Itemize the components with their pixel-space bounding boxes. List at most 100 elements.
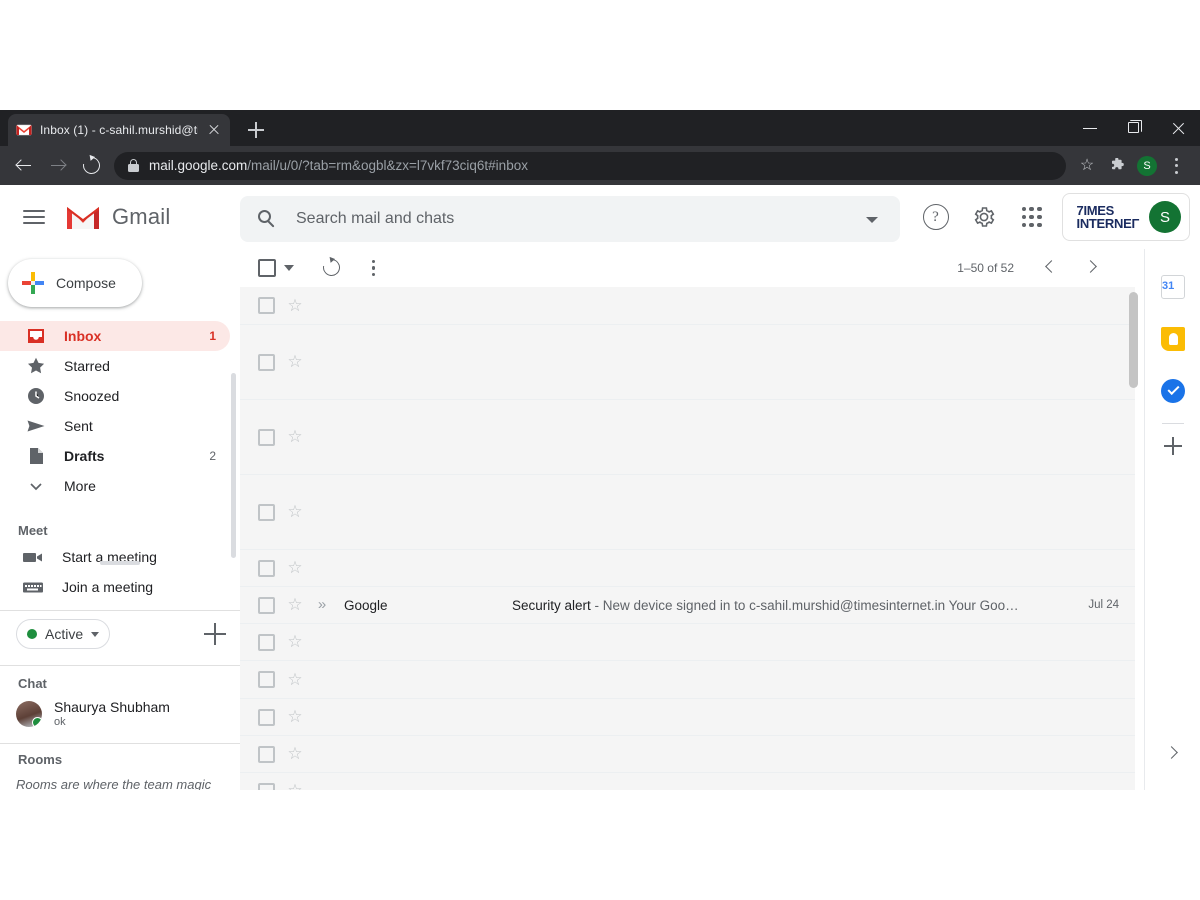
- row-checkbox[interactable]: [258, 504, 275, 521]
- get-addons-button[interactable]: [1145, 424, 1200, 468]
- header-actions: ? 7IMES INTERNEΓ S: [912, 185, 1190, 249]
- table-row[interactable]: ☆: [240, 736, 1135, 773]
- next-page-button[interactable]: [1074, 250, 1110, 286]
- gear-icon: [972, 205, 996, 229]
- row-checkbox[interactable]: [258, 597, 275, 614]
- sidebar-item-start-meeting[interactable]: Start a meeting: [0, 542, 240, 572]
- send-icon: [26, 416, 46, 436]
- row-checkbox[interactable]: [258, 746, 275, 763]
- google-tasks-button[interactable]: [1145, 365, 1200, 415]
- browser-profile-button[interactable]: S: [1132, 151, 1162, 181]
- sidebar-scrollbar[interactable]: [231, 373, 236, 558]
- google-calendar-button[interactable]: 31: [1145, 261, 1200, 311]
- account-avatar[interactable]: S: [1149, 201, 1181, 233]
- window-close-icon[interactable]: [1156, 110, 1200, 146]
- sidebar-item-snoozed[interactable]: Snoozed: [0, 381, 230, 411]
- status-chip[interactable]: Active: [16, 619, 110, 649]
- window-controls: [1068, 110, 1200, 146]
- row-checkbox[interactable]: [258, 429, 275, 446]
- settings-button[interactable]: [960, 193, 1008, 241]
- table-row[interactable]: ☆: [240, 773, 1135, 790]
- more-options-button[interactable]: [354, 249, 394, 287]
- table-row[interactable]: ☆: [240, 400, 1135, 475]
- row-checkbox[interactable]: [258, 783, 275, 791]
- main-menu-icon[interactable]: [10, 193, 58, 241]
- star-icon[interactable]: ☆: [286, 745, 304, 763]
- sidebar-item-drafts[interactable]: Drafts 2: [0, 441, 230, 471]
- mail-list-scrollbar[interactable]: [1129, 292, 1138, 388]
- sidebar-resize-handle[interactable]: [100, 561, 140, 565]
- sidebar-item-count: 2: [209, 449, 230, 463]
- search-button[interactable]: [240, 196, 296, 242]
- table-row[interactable]: ☆»GoogleSecurity alert - New device sign…: [240, 587, 1135, 624]
- table-row[interactable]: ☆: [240, 550, 1135, 587]
- support-button[interactable]: ?: [912, 193, 960, 241]
- sidebar-item-label: Sent: [64, 418, 198, 434]
- star-icon[interactable]: ☆: [286, 633, 304, 651]
- table-row[interactable]: ☆: [240, 624, 1135, 661]
- meet-section-title: Meet: [0, 501, 240, 542]
- account-chip[interactable]: 7IMES INTERNEΓ S: [1062, 193, 1190, 241]
- window-minimize-icon[interactable]: [1068, 110, 1112, 146]
- select-all-checkbox[interactable]: [258, 259, 276, 277]
- star-icon[interactable]: ☆: [286, 596, 304, 614]
- chevron-right-icon: [1165, 746, 1178, 759]
- previous-page-button[interactable]: [1032, 250, 1068, 286]
- star-icon[interactable]: ☆: [286, 671, 304, 689]
- new-tab-button[interactable]: [244, 118, 268, 142]
- star-icon[interactable]: ☆: [286, 353, 304, 371]
- sidebar-item-more[interactable]: More: [0, 471, 230, 501]
- tasks-check-icon: [1161, 379, 1185, 403]
- gmail-wordmark: Gmail: [112, 204, 170, 230]
- table-row[interactable]: ☆: [240, 661, 1135, 699]
- search-bar[interactable]: [240, 196, 900, 242]
- google-keep-button[interactable]: [1145, 313, 1200, 363]
- search-input[interactable]: [296, 196, 844, 242]
- star-icon[interactable]: ☆: [286, 708, 304, 726]
- back-button[interactable]: [8, 150, 40, 182]
- browser-tab[interactable]: Inbox (1) - c-sahil.murshid@time: [8, 114, 230, 146]
- search-options-button[interactable]: [844, 196, 900, 242]
- star-icon[interactable]: ☆: [286, 503, 304, 521]
- window-maximize-icon[interactable]: [1112, 110, 1156, 146]
- row-checkbox[interactable]: [258, 634, 275, 651]
- table-row[interactable]: ☆: [240, 325, 1135, 400]
- star-icon[interactable]: ☆: [286, 297, 304, 315]
- expand-side-panel-button[interactable]: [1145, 738, 1200, 768]
- star-icon[interactable]: ☆: [286, 428, 304, 446]
- google-apps-button[interactable]: [1008, 193, 1056, 241]
- refresh-button[interactable]: [314, 249, 354, 287]
- status-label: Active: [45, 626, 83, 642]
- row-checkbox[interactable]: [258, 354, 275, 371]
- sidebar-item-inbox[interactable]: Inbox 1: [0, 321, 230, 351]
- bookmark-button[interactable]: ☆: [1072, 151, 1102, 181]
- status-dot-icon: [27, 629, 37, 639]
- select-options-icon[interactable]: [284, 265, 294, 271]
- table-row[interactable]: ☆: [240, 475, 1135, 550]
- sidebar-item-starred[interactable]: Starred: [0, 351, 230, 381]
- sidebar-item-join-meeting[interactable]: Join a meeting: [0, 572, 240, 602]
- table-row[interactable]: ☆: [240, 287, 1135, 325]
- row-checkbox[interactable]: [258, 671, 275, 688]
- browser-menu-button[interactable]: [1162, 151, 1192, 181]
- row-checkbox[interactable]: [258, 560, 275, 577]
- forward-button[interactable]: [42, 150, 74, 182]
- row-checkbox[interactable]: [258, 709, 275, 726]
- chat-contact-item[interactable]: Shaurya Shubham ok: [0, 695, 240, 735]
- gmail-logo[interactable]: Gmail: [64, 203, 170, 231]
- star-icon[interactable]: ☆: [286, 559, 304, 577]
- add-chat-button[interactable]: [204, 623, 226, 645]
- sidebar-item-label: Snoozed: [64, 388, 198, 404]
- keyboard-icon: [22, 577, 44, 597]
- tab-close-icon[interactable]: [206, 122, 222, 138]
- extensions-button[interactable]: [1102, 151, 1132, 181]
- reload-button[interactable]: [76, 150, 108, 182]
- compose-button[interactable]: Compose: [8, 259, 142, 307]
- star-icon[interactable]: ☆: [286, 782, 304, 790]
- address-bar[interactable]: mail.google.com/mail/u/0/?tab=rm&ogbl&zx…: [114, 152, 1066, 180]
- table-row[interactable]: ☆: [240, 699, 1135, 736]
- important-marker-icon[interactable]: »: [314, 597, 330, 613]
- row-checkbox[interactable]: [258, 297, 275, 314]
- sidebar-item-sent[interactable]: Sent: [0, 411, 230, 441]
- org-logo-line2: INTERNEΓ: [1077, 217, 1139, 230]
